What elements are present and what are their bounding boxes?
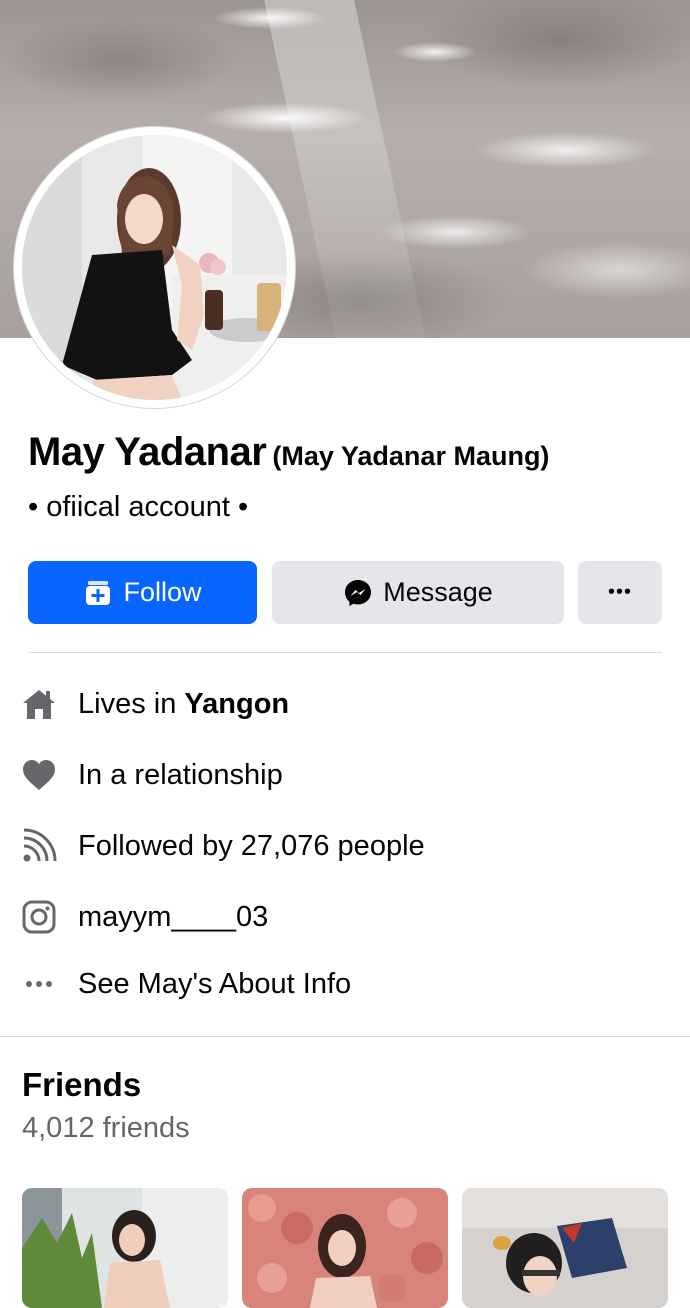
more-dots-icon — [20, 965, 58, 1003]
intro-item-about[interactable]: See May's About Info — [0, 959, 690, 1009]
followers-text: Followed by 27,076 people — [78, 829, 425, 862]
friends-count: 4,012 friends — [22, 1112, 190, 1144]
message-button[interactable]: Message — [272, 561, 564, 624]
relationship-text: In a relationship — [78, 758, 283, 791]
lives-in-prefix: Lives in — [78, 687, 185, 720]
profile-name-row: May Yadanar (May Yadanar Maung) — [28, 430, 549, 475]
alternate-name: (May Yadanar Maung) — [272, 441, 550, 471]
profile-avatar[interactable] — [22, 135, 287, 400]
message-label: Message — [383, 577, 493, 607]
messenger-icon — [343, 578, 373, 608]
friend-photo — [242, 1188, 448, 1308]
profile-name: May Yadanar — [28, 430, 267, 474]
more-options-button[interactable]: ••• — [578, 561, 662, 624]
rss-feed-icon — [20, 827, 58, 865]
heart-icon — [20, 756, 58, 794]
intro-item-instagram[interactable]: mayym____03 — [0, 892, 690, 942]
instagram-icon — [20, 898, 58, 936]
friend-photo — [22, 1188, 228, 1308]
friend-thumbnail[interactable] — [242, 1188, 448, 1308]
intro-item-lives-in: Lives in Yangon — [0, 679, 690, 729]
friends-title[interactable]: Friends — [22, 1066, 141, 1104]
avatar-photo — [22, 135, 287, 400]
intro-divider — [28, 652, 662, 653]
friend-thumbnail[interactable] — [22, 1188, 228, 1308]
profile-bio: • ofiical account • — [28, 491, 249, 523]
intro-item-followers[interactable]: Followed by 27,076 people — [0, 821, 690, 871]
intro-item-relationship: In a relationship — [0, 750, 690, 800]
about-info-link: See May's About Info — [78, 967, 352, 1000]
friend-thumbnail[interactable] — [462, 1188, 668, 1308]
lives-in-text: Lives in Yangon — [78, 688, 289, 721]
follow-label: Follow — [123, 577, 202, 607]
instagram-handle: mayym____03 — [78, 900, 269, 933]
more-dots-icon: ••• — [607, 581, 632, 603]
follow-button[interactable]: Follow — [28, 561, 257, 624]
lives-in-city[interactable]: Yangon — [184, 688, 289, 720]
friend-photo — [462, 1188, 668, 1308]
section-separator — [0, 1036, 690, 1037]
home-icon — [20, 685, 58, 723]
follow-plus-icon — [83, 578, 113, 608]
